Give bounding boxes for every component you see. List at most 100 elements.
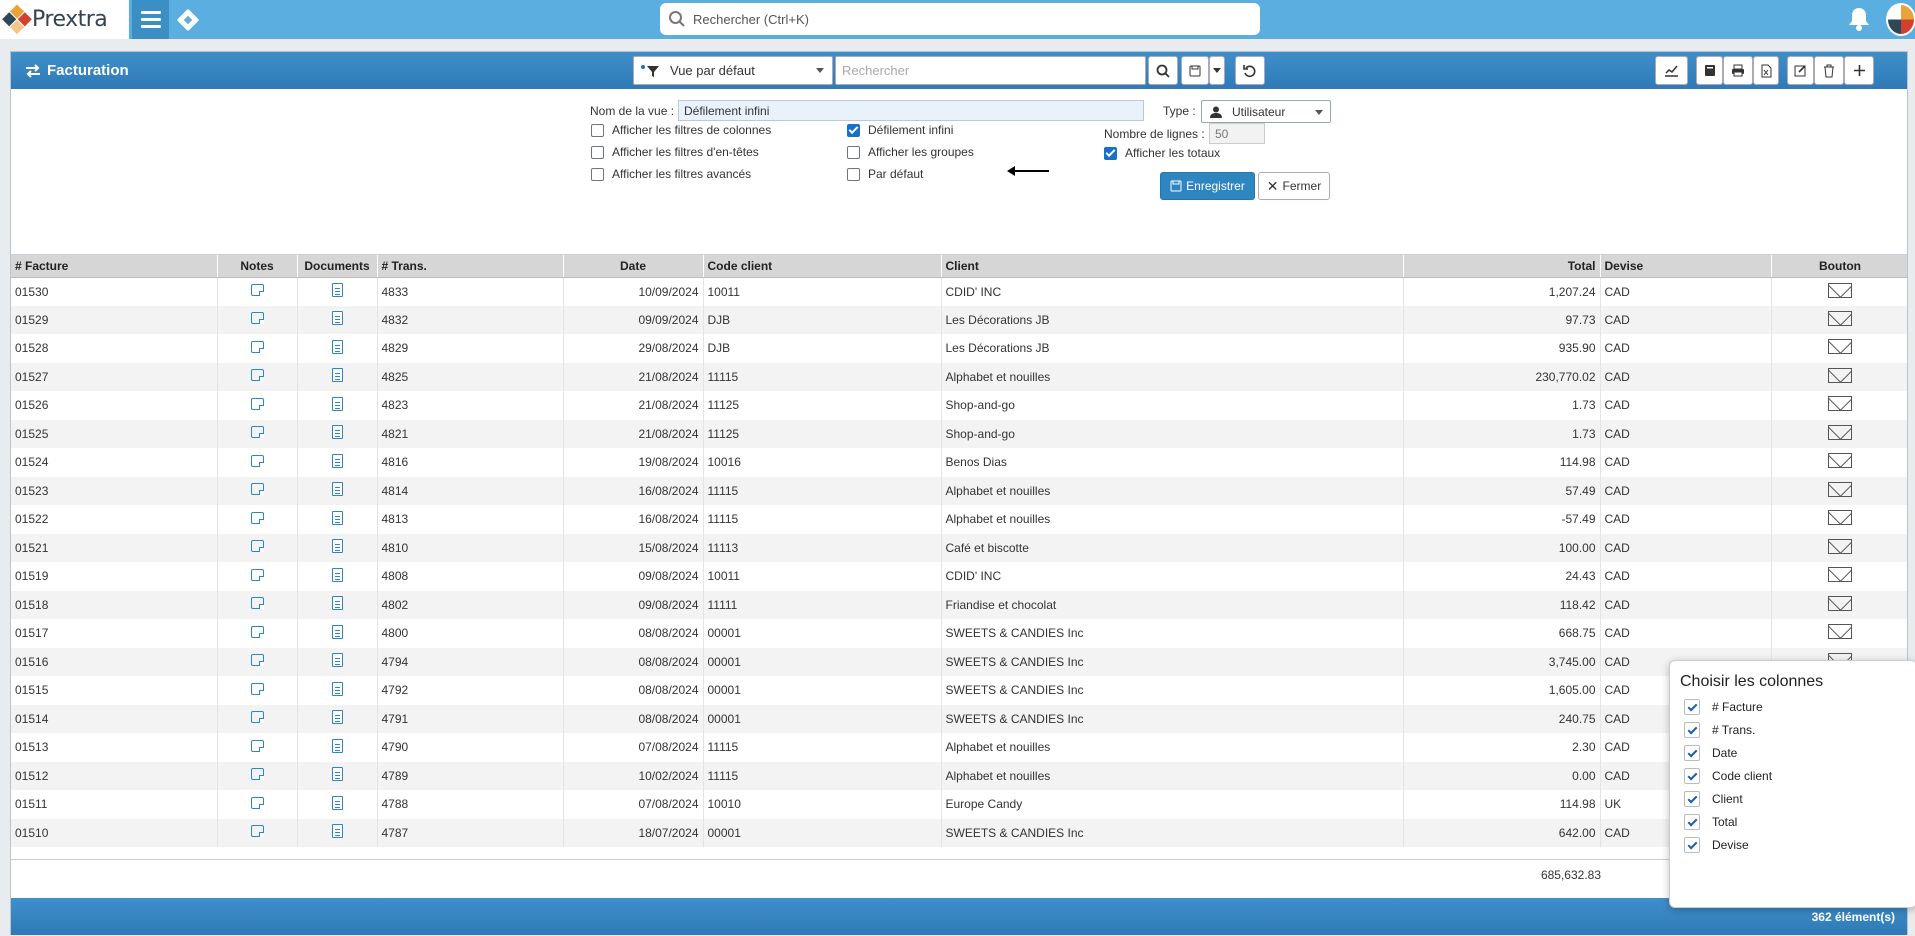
rows-input[interactable]: 50 (1209, 123, 1265, 144)
mail-icon[interactable] (1828, 339, 1852, 355)
note-icon[interactable] (250, 711, 264, 724)
document-icon[interactable] (331, 339, 343, 354)
grid-search-input[interactable]: Rechercher (835, 56, 1146, 85)
document-icon[interactable] (331, 795, 343, 810)
column-chooser-item[interactable]: # Trans. (1684, 722, 1755, 738)
column-chooser-item[interactable]: Code client (1684, 768, 1772, 784)
diamond-icon[interactable] (169, 0, 206, 39)
column-chooser-item[interactable]: Client (1684, 791, 1743, 807)
column-header[interactable]: Code client (703, 255, 942, 278)
mail-icon[interactable] (1828, 424, 1852, 440)
document-icon[interactable] (331, 396, 343, 411)
save-view-button[interactable] (1181, 56, 1209, 85)
note-icon[interactable] (250, 796, 264, 809)
view-name-input[interactable]: Défilement infini (678, 100, 1144, 121)
checkbox-header-filters[interactable]: Afficher les filtres d'en-têtes (591, 145, 759, 159)
view-select[interactable]: Vue par défaut (633, 56, 833, 85)
checkbox-box[interactable] (1684, 745, 1700, 761)
note-icon[interactable] (250, 654, 264, 667)
checkbox-box[interactable] (1684, 768, 1700, 784)
avatar[interactable] (1886, 3, 1915, 36)
table-row[interactable]: 01514 4791 08/08/2024 00001 SWEETS & CANDIES… (11, 704, 1907, 733)
table-row[interactable]: 01527 4825 21/08/2024 11115 Alphabet et noui… (11, 362, 1907, 391)
checkbox-box[interactable] (847, 123, 860, 137)
table-row[interactable]: 01513 4790 07/08/2024 11115 Alphabet et noui… (11, 733, 1907, 762)
column-chooser-item[interactable]: Total (1684, 814, 1737, 830)
column-header[interactable]: # Trans. (377, 255, 564, 278)
book-button[interactable] (1696, 56, 1723, 85)
document-icon[interactable] (331, 482, 343, 497)
bell-icon[interactable] (1847, 6, 1871, 32)
column-header[interactable]: Devise (1600, 255, 1772, 278)
checkbox-groups[interactable]: Afficher les groupes (847, 145, 974, 159)
checkbox-box[interactable] (1684, 837, 1700, 853)
note-icon[interactable] (250, 625, 264, 638)
global-search-input[interactable]: Rechercher (Ctrl+K) (660, 3, 1260, 35)
mail-icon[interactable] (1828, 567, 1852, 583)
note-icon[interactable] (250, 340, 264, 353)
document-icon[interactable] (331, 539, 343, 554)
column-header[interactable]: Client (941, 255, 1404, 278)
column-header[interactable]: # Facture (11, 255, 218, 278)
checkbox-box[interactable] (847, 145, 860, 159)
delete-button[interactable] (1814, 56, 1844, 85)
table-row[interactable]: 01529 4832 09/09/2024 DJB Les Décorations JB… (11, 305, 1907, 334)
document-icon[interactable] (331, 510, 343, 525)
checkbox-show-totals[interactable]: Afficher les totaux (1104, 146, 1220, 160)
table-row[interactable]: 01511 4788 07/08/2024 10010 Europe Candy 114.… (11, 790, 1907, 819)
table-row[interactable]: 01521 4810 15/08/2024 11113 Café et biscotte… (11, 533, 1907, 562)
column-header[interactable]: Date (563, 255, 704, 278)
checkbox-box[interactable] (591, 145, 604, 159)
table-row[interactable]: 01517 4800 08/08/2024 00001 SWEETS & CANDIES… (11, 619, 1907, 648)
mail-icon[interactable] (1828, 538, 1852, 554)
note-icon[interactable] (250, 597, 264, 610)
checkbox-box[interactable] (591, 123, 604, 137)
search-button[interactable] (1148, 56, 1178, 85)
checkbox-advanced-filters[interactable]: Afficher les filtres avancés (591, 167, 751, 181)
note-icon[interactable] (250, 568, 264, 581)
note-icon[interactable] (250, 682, 264, 695)
table-row[interactable]: 01530 4833 10/09/2024 10011 CDID' INC 1,207.2… (11, 277, 1907, 306)
excel-button[interactable] (1753, 56, 1779, 85)
note-icon[interactable] (250, 511, 264, 524)
document-icon[interactable] (331, 653, 343, 668)
document-icon[interactable] (331, 710, 343, 725)
checkbox-box[interactable] (847, 167, 860, 181)
table-row[interactable]: 01512 4789 10/02/2024 11115 Alphabet et noui… (11, 761, 1907, 790)
table-row[interactable]: 01522 4813 16/08/2024 11115 Alphabet et noui… (11, 505, 1907, 534)
table-row[interactable]: 01523 4814 16/08/2024 11115 Alphabet et noui… (11, 476, 1907, 505)
checkbox-box[interactable] (1684, 814, 1700, 830)
note-icon[interactable] (250, 483, 264, 496)
column-header[interactable]: Total (1403, 255, 1601, 278)
mail-icon[interactable] (1828, 453, 1852, 469)
mail-icon[interactable] (1828, 310, 1852, 326)
table-row[interactable]: 01526 4823 21/08/2024 11125 Shop-and-go 1.73 C… (11, 391, 1907, 420)
table-row[interactable]: 01516 4794 08/08/2024 00001 SWEETS & CANDIES… (11, 647, 1907, 676)
mail-icon[interactable] (1828, 282, 1852, 298)
save-button[interactable]: Enregistrer (1160, 172, 1255, 200)
mail-icon[interactable] (1828, 396, 1852, 412)
checkbox-box[interactable] (1684, 699, 1700, 715)
note-icon[interactable] (250, 739, 264, 752)
chart-button[interactable] (1655, 56, 1688, 85)
document-icon[interactable] (331, 596, 343, 611)
column-header[interactable]: Bouton (1771, 255, 1907, 278)
note-icon[interactable] (250, 825, 264, 838)
table-row[interactable]: 01519 4808 09/08/2024 10011 CDID' INC 24.43 CA… (11, 562, 1907, 591)
checkbox-box[interactable] (1684, 791, 1700, 807)
table-row[interactable]: 01518 4802 09/08/2024 11111 Friandise et cho… (11, 590, 1907, 619)
close-button[interactable]: ✕ Fermer (1258, 172, 1330, 200)
document-icon[interactable] (331, 738, 343, 753)
document-icon[interactable] (331, 283, 343, 297)
checkbox-box[interactable] (591, 167, 604, 181)
table-row[interactable]: 01528 4829 29/08/2024 DJB Les Décorations JB… (11, 334, 1907, 363)
column-chooser-item[interactable]: Devise (1684, 837, 1749, 853)
note-icon[interactable] (250, 426, 264, 439)
mail-icon[interactable] (1828, 624, 1852, 640)
table-row[interactable]: 01515 4792 08/08/2024 00001 SWEETS & CANDIES… (11, 676, 1907, 705)
document-icon[interactable] (331, 824, 343, 839)
note-icon[interactable] (250, 284, 264, 296)
document-icon[interactable] (331, 311, 343, 326)
mail-icon[interactable] (1828, 481, 1852, 497)
checkbox-box[interactable] (1104, 146, 1117, 160)
